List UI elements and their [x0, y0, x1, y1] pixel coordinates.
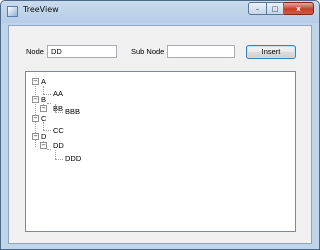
- tree-node-cc[interactable]: CC: [53, 126, 64, 135]
- tree-node-aa[interactable]: AA: [53, 89, 63, 98]
- tree-node-label[interactable]: B: [41, 95, 46, 104]
- tree-line: [47, 103, 51, 104]
- collapse-icon[interactable]: −: [32, 96, 39, 103]
- subnode-input[interactable]: [167, 45, 235, 58]
- maximize-button[interactable]: □: [267, 2, 284, 15]
- title-bar[interactable]: TreeView – □ x: [1, 1, 319, 23]
- tree-node-bbb[interactable]: BBB: [65, 107, 80, 116]
- tree-line: [55, 159, 63, 160]
- window-title: TreeView: [23, 5, 59, 14]
- collapse-icon[interactable]: −: [32, 115, 39, 122]
- tree-line: [43, 130, 51, 131]
- minimize-button[interactable]: –: [248, 2, 267, 15]
- tree-node-label[interactable]: A: [41, 77, 46, 86]
- caption-buttons: – □ x: [248, 2, 314, 16]
- collapse-icon[interactable]: −: [32, 78, 39, 85]
- main-window: TreeView – □ x Node DD Sub Node Insert −…: [0, 0, 320, 250]
- tree-view[interactable]: − A AA − B − BB BBB − C CC − D − DD DDD: [25, 71, 296, 232]
- tree-line: [55, 150, 56, 159]
- maximize-icon: □: [271, 4, 279, 13]
- form-client-area: Node DD Sub Node Insert − A AA − B − BB …: [8, 25, 312, 244]
- subnode-label: Sub Node: [131, 47, 165, 56]
- collapse-icon[interactable]: −: [40, 142, 47, 149]
- node-label: Node: [26, 47, 44, 56]
- insert-button[interactable]: Insert: [246, 45, 296, 59]
- close-button[interactable]: x: [284, 2, 314, 15]
- tree-node-label[interactable]: C: [41, 114, 46, 123]
- app-icon: [7, 6, 18, 17]
- tree-node-ddd[interactable]: DDD: [65, 154, 81, 163]
- tree-line: [43, 122, 44, 130]
- close-icon: x: [296, 4, 301, 13]
- tree-line: [43, 86, 44, 94]
- tree-line: [47, 149, 51, 150]
- tree-node-label[interactable]: DD: [53, 141, 64, 150]
- tree-node-label[interactable]: BB: [53, 104, 63, 113]
- tree-node-label[interactable]: D: [41, 132, 46, 141]
- node-input[interactable]: DD: [47, 45, 117, 58]
- collapse-icon[interactable]: −: [40, 105, 47, 112]
- minimize-icon: –: [255, 4, 260, 13]
- collapse-icon[interactable]: −: [32, 133, 39, 140]
